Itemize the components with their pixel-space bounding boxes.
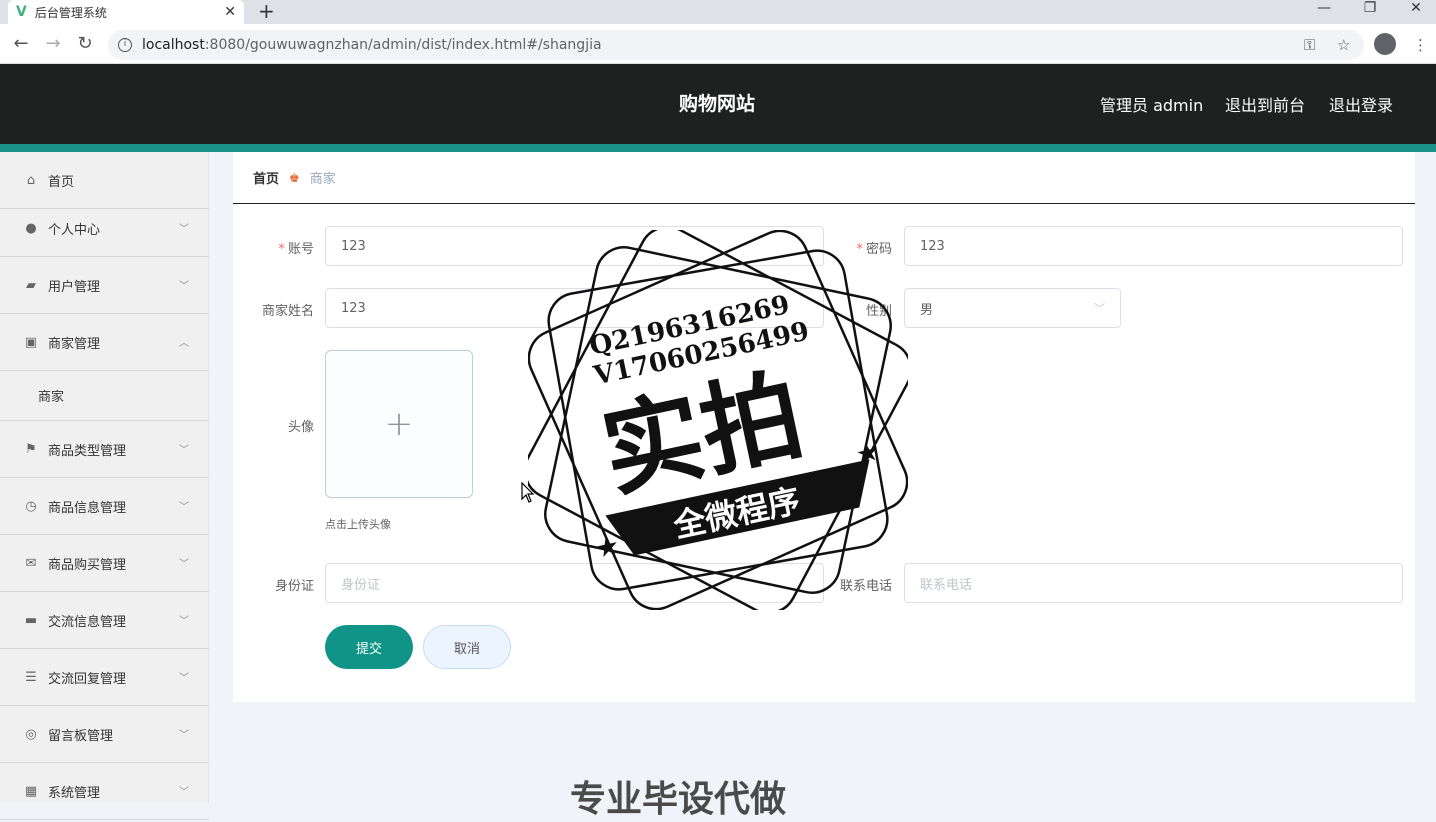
header-stripe — [0, 144, 1436, 152]
sidebar-item-label: 系统管理 — [48, 785, 101, 801]
breadcrumb-separator-icon: ♚ — [289, 170, 300, 185]
profile-avatar-icon[interactable] — [1374, 33, 1396, 55]
site-title: 购物网站 — [678, 93, 755, 115]
submit-button[interactable]: 提交 — [325, 625, 413, 669]
sidebar-item-merchants[interactable]: ▣ 商家管理 ︿ — [0, 314, 209, 371]
tab-title: 后台管理系统 — [34, 5, 107, 20]
url-host: localhost — [142, 37, 205, 53]
browser-tab[interactable]: V 后台管理系统 ✕ — [8, 0, 244, 24]
sidebar-item-exchange[interactable]: ▬ 交流信息管理 ﹀ — [0, 592, 209, 649]
sidebar-item-purchases[interactable]: ✉ 商品购买管理 ﹀ — [0, 535, 209, 592]
forward-icon[interactable]: → — [42, 34, 64, 54]
admin-user-label: 管理员 admin — [1100, 96, 1204, 115]
users-icon: ▰ — [26, 277, 36, 293]
star-icon: ★ — [853, 436, 882, 470]
window-close-icon[interactable]: ✕ — [1401, 0, 1431, 20]
upload-tip: 点击上传头像 — [325, 518, 391, 531]
mouse-cursor-icon — [521, 482, 535, 503]
url-input[interactable]: i localhost :8080/gouwuwagnzhan/admin/di… — [108, 30, 1364, 60]
chevron-down-icon: ﹀ — [179, 616, 189, 627]
chevron-up-icon: ︿ — [179, 338, 189, 349]
chevron-down-icon: ﹀ — [1094, 302, 1105, 315]
lifebuoy-icon: ◎ — [25, 726, 37, 742]
sidebar-item-messageboard[interactable]: ◎ 留言板管理 ﹀ — [0, 706, 209, 763]
grid-icon: ▦ — [24, 783, 38, 799]
user-icon: ● — [25, 220, 37, 236]
sidebar-item-label: 个人中心 — [48, 222, 101, 238]
restore-icon[interactable]: ❐ — [1355, 0, 1385, 20]
reload-icon[interactable]: ↻ — [74, 34, 96, 54]
watermark-stamp: Q2196316269 V17060256499 实拍 全微程序 ★ ★ — [528, 230, 908, 610]
sidebar-subitem-shangjia[interactable]: 商家 — [0, 371, 209, 421]
cancel-button[interactable]: 取消 — [423, 625, 511, 669]
phone-input[interactable]: 联系电话 — [904, 563, 1403, 603]
info-icon: ◷ — [25, 498, 37, 514]
password-input[interactable]: 123 — [904, 226, 1403, 266]
chevron-down-icon: ﹀ — [179, 281, 189, 292]
new-tab-button[interactable]: + — [258, 0, 275, 24]
back-icon[interactable]: ← — [10, 34, 32, 54]
sidebar-item-product-types[interactable]: ⚑ 商品类型管理 ﹀ — [0, 421, 209, 478]
sidebar-item-label: 首页 — [48, 174, 75, 190]
gender-select[interactable]: 男 ﹀ — [904, 288, 1121, 328]
avatar-label: 头像 — [287, 420, 314, 435]
sidebar-item-label: 交流回复管理 — [48, 671, 127, 687]
home-icon: ⌂ — [26, 172, 36, 188]
chevron-down-icon: ﹀ — [179, 673, 189, 684]
flag-icon: ⚑ — [25, 441, 37, 457]
chat-icon: ▬ — [24, 612, 38, 628]
minimize-icon[interactable]: — — [1309, 0, 1339, 20]
logout-link[interactable]: 退出登录 — [1329, 92, 1393, 116]
account-label: * 账号 — [278, 242, 314, 257]
sidebar-item-label: 商家管理 — [48, 336, 101, 352]
sidebar-item-label: 留言板管理 — [48, 728, 114, 744]
sidebar-item-label: 商品购买管理 — [48, 557, 127, 573]
sidebar-item-label: 用户管理 — [48, 279, 101, 295]
sidebar-item-product-info[interactable]: ◷ 商品信息管理 ﹀ — [0, 478, 209, 535]
chevron-down-icon: ﹀ — [179, 787, 189, 798]
url-path: :8080/gouwuwagnzhan/admin/dist/index.htm… — [204, 37, 602, 53]
sliders-icon: ☰ — [25, 669, 37, 685]
sidebar-item-profile[interactable]: ● 个人中心 ﹀ — [0, 200, 209, 257]
gender-selected-value: 男 — [920, 302, 934, 318]
chevron-down-icon: ﹀ — [179, 224, 189, 235]
breadcrumb-current: 商家 — [309, 172, 336, 187]
sidebar-item-replies[interactable]: ☰ 交流回复管理 ﹀ — [0, 649, 209, 706]
tab-close-icon[interactable]: ✕ — [224, 4, 236, 20]
avatar-uploader[interactable]: + — [325, 350, 473, 498]
sidebar-item-system[interactable]: ▦ 系统管理 ﹀ — [0, 763, 209, 820]
idcard-label: 身份证 — [274, 579, 314, 594]
site-info-icon[interactable]: i — [118, 38, 132, 52]
sidebar-item-label: 商品信息管理 — [48, 500, 127, 516]
chevron-down-icon: ﹀ — [179, 445, 189, 456]
sidebar-subitem-label: 商家 — [38, 390, 65, 405]
exit-to-front-link[interactable]: 退出到前台 — [1225, 92, 1305, 116]
vue-logo-icon: V — [16, 4, 27, 20]
bookmark-star-icon[interactable]: ☆ — [1337, 36, 1350, 54]
plus-icon: + — [384, 404, 414, 444]
merchant-name-label: 商家姓名 — [261, 304, 314, 319]
chevron-down-icon: ﹀ — [179, 502, 189, 513]
sidebar-item-label: 商品类型管理 — [48, 443, 127, 459]
sidebar-item-label: 交流信息管理 — [48, 614, 127, 630]
sidebar: ⌂ 首页 ● 个人中心 ﹀ ▰ 用户管理 ﹀ ▣ 商家管理 ︿ 商家 ⚑ 商品类… — [0, 152, 209, 820]
wallet-icon: ▣ — [24, 334, 38, 350]
watermark-bottom-text: 专业毕设代做 — [570, 779, 787, 820]
chevron-down-icon: ﹀ — [179, 559, 189, 570]
menu-dots-icon[interactable]: ⋮ — [1413, 36, 1428, 54]
sidebar-item-users[interactable]: ▰ 用户管理 ﹀ — [0, 257, 209, 314]
breadcrumb-home[interactable]: 首页 — [253, 168, 279, 187]
mail-icon: ✉ — [25, 555, 37, 571]
key-icon[interactable]: ⚿ — [1304, 36, 1315, 54]
breadcrumb: 首页 ♚ 商家 — [233, 152, 1415, 204]
chevron-down-icon: ﹀ — [179, 730, 189, 741]
